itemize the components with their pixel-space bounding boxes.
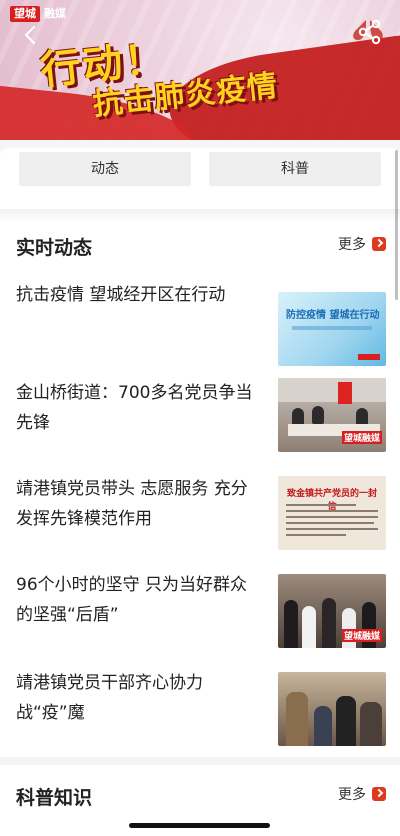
thumbnail-caption: 防控疫情 望城在行动 — [286, 310, 380, 321]
more-link-realtime[interactable]: 更多 — [338, 234, 366, 254]
thumbnail-line — [286, 522, 374, 524]
thumbnail-flag — [338, 382, 352, 404]
article-item[interactable]: 靖港镇党员带头 志愿服务 充分发挥先锋模范作用 致金镇共产党员的一封信 — [0, 474, 400, 570]
article-title[interactable]: 靖港镇党员带头 志愿服务 充分发挥先锋模范作用 — [16, 474, 260, 534]
thumbnail-person — [336, 696, 356, 746]
section-separator — [0, 757, 400, 765]
thumbnail-brand: 望城融媒 — [341, 431, 382, 444]
article-title[interactable]: 靖港镇党员干部齐心协力战“疫”魔 — [16, 668, 260, 728]
thumbnail-brand: 望城融媒 — [341, 629, 382, 642]
article-item[interactable]: 金山桥街道：700多名党员争当先锋 望城融媒 — [0, 378, 400, 474]
article-item[interactable]: 抗击疫情 望城经开区在行动 防控疫情 望城在行动 — [0, 280, 400, 376]
article-thumbnail[interactable]: 致金镇共产党员的一封信 — [278, 476, 386, 550]
thumbnail-person — [284, 600, 298, 648]
thumbnail-person — [360, 702, 382, 746]
more-arrow-icon[interactable] — [372, 787, 386, 801]
section-title-science: 科普知识 — [16, 787, 93, 809]
thumbnail-line — [286, 534, 346, 536]
thumbnail-person — [286, 692, 308, 746]
article-item[interactable]: 96个小时的坚守 只为当好群众的坚强“后盾” 望城融媒 — [0, 570, 400, 666]
thumbnail-tag — [358, 354, 380, 360]
thumbnail-line — [286, 516, 378, 518]
header-banner: 望城 融媒 行动！ 抗击肺炎疫情 — [0, 0, 400, 140]
article-title[interactable]: 抗击疫情 望城经开区在行动 — [16, 280, 260, 310]
thumbnail-person — [342, 608, 356, 648]
thumbnail-person — [314, 706, 332, 746]
article-thumbnail[interactable] — [278, 672, 386, 746]
article-item[interactable]: 靖港镇党员干部齐心协力战“疫”魔 — [0, 668, 400, 764]
scrollbar[interactable] — [395, 150, 398, 300]
article-thumbnail[interactable]: 望城融媒 — [278, 574, 386, 648]
more-link-science[interactable]: 更多 — [338, 784, 366, 804]
tabs-divider — [0, 209, 400, 223]
section-title-realtime: 实时动态 — [16, 237, 93, 259]
more-arrow-icon[interactable] — [372, 237, 386, 251]
thumbnail-person — [302, 606, 316, 648]
brand-logo-badge: 望城 — [10, 6, 40, 22]
tab-science[interactable]: 科普 — [209, 152, 381, 186]
thumbnail-heading: 致金镇共产党员的一封信 — [286, 489, 377, 512]
tab-news[interactable]: 动态 — [19, 152, 191, 186]
brand-logo-text: 融媒 — [44, 7, 66, 20]
thumbnail-line — [286, 528, 378, 530]
thumbnail-wall — [278, 378, 386, 402]
article-thumbnail[interactable]: 望城融媒 — [278, 378, 386, 452]
article-title[interactable]: 96个小时的坚守 只为当好群众的坚强“后盾” — [16, 570, 260, 630]
thumbnail-line — [286, 510, 378, 512]
thumbnail-line — [286, 504, 356, 506]
article-title[interactable]: 金山桥街道：700多名党员争当先锋 — [16, 378, 260, 438]
article-thumbnail[interactable]: 防控疫情 望城在行动 — [278, 292, 386, 366]
thumbnail-person — [322, 598, 336, 648]
home-indicator[interactable] — [129, 823, 270, 828]
share-icon[interactable] — [356, 18, 384, 46]
thumbnail-person — [312, 406, 324, 424]
thumbnail-subline — [292, 326, 372, 330]
